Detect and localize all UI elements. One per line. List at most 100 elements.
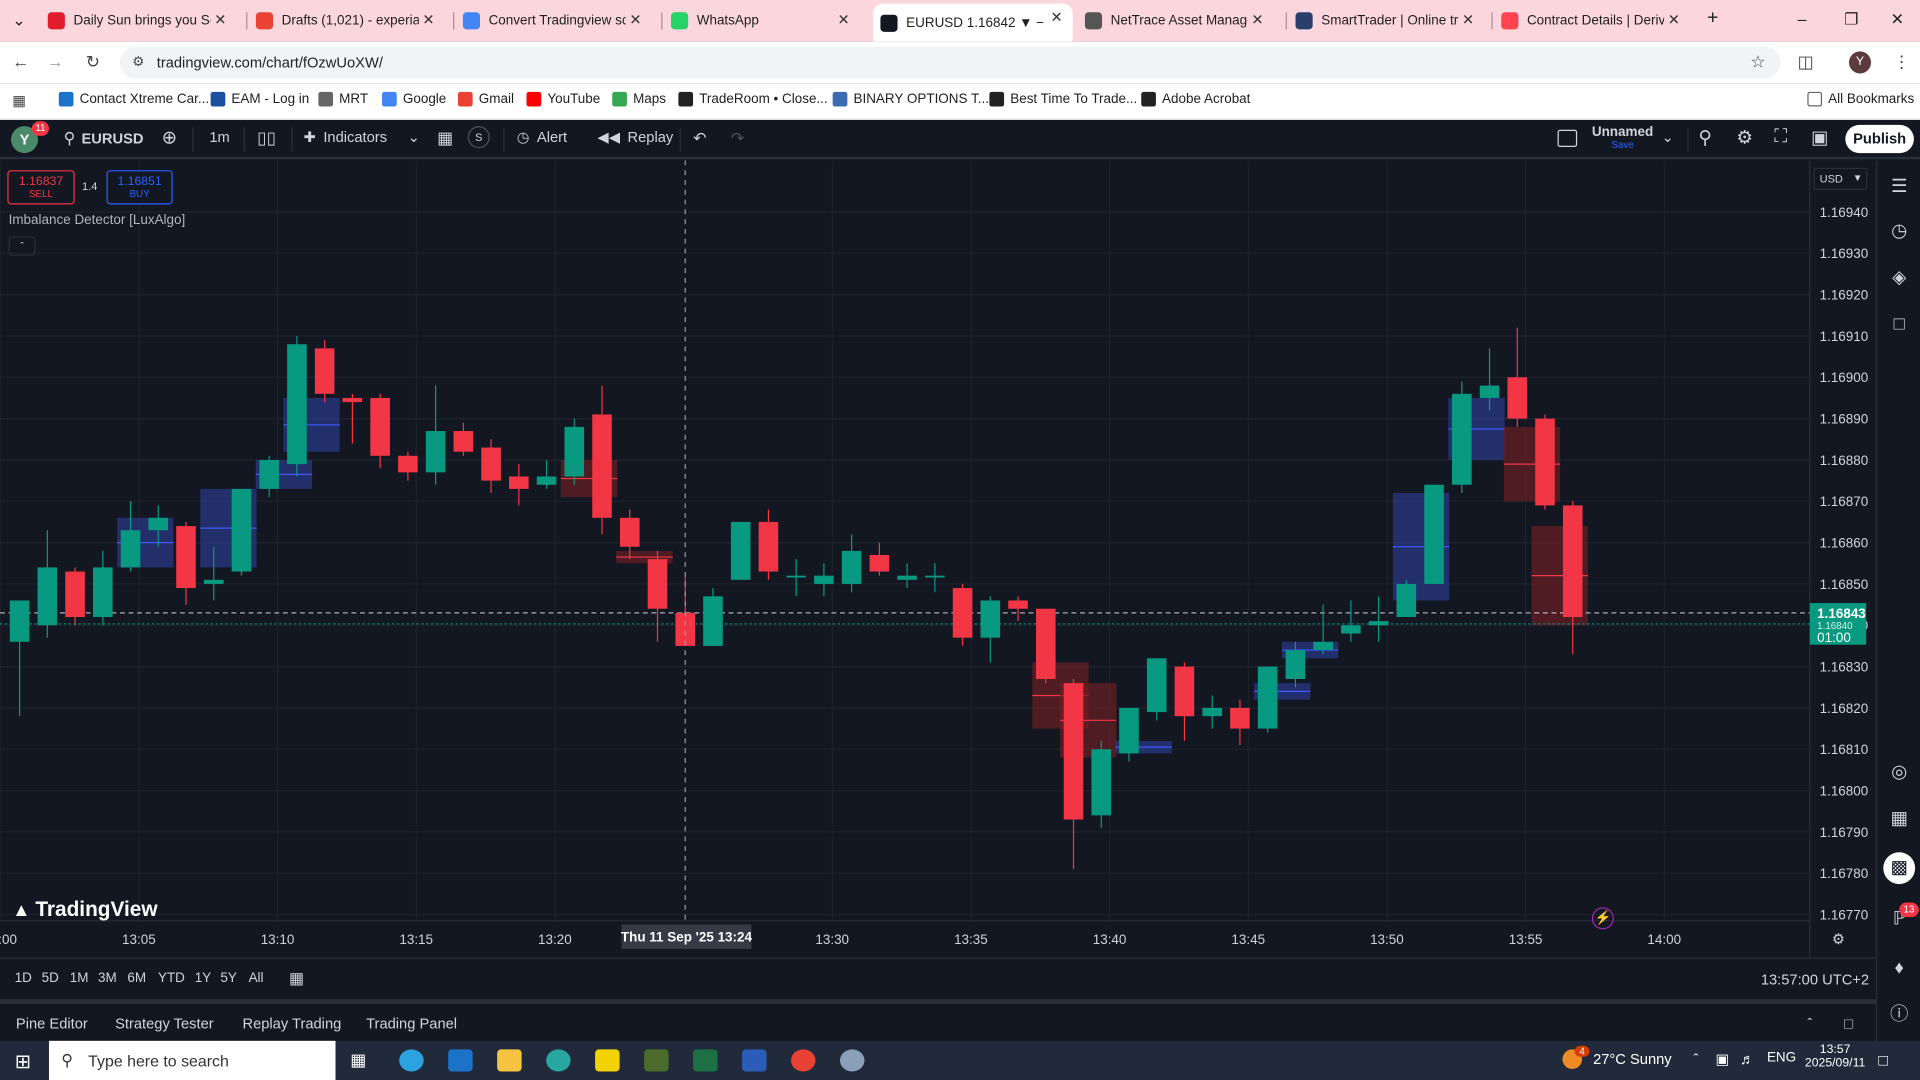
quick-search-icon[interactable]: ⚲ bbox=[1698, 126, 1711, 148]
bookmark-item[interactable]: Google bbox=[382, 91, 446, 107]
layout-square-icon[interactable] bbox=[1557, 129, 1578, 147]
chart-pane[interactable]: 1.16940 1.16930 1.16920 1.16910 1.16900 1.168… bbox=[0, 160, 1876, 958]
strategy-s-badge[interactable]: S bbox=[467, 126, 490, 149]
bookmark-item[interactable]: YouTube bbox=[526, 91, 600, 107]
publish-button[interactable]: Publish bbox=[1845, 124, 1914, 154]
close-tab-icon[interactable]: ✕ bbox=[1668, 11, 1680, 28]
bell-icon[interactable]: ♦ bbox=[1887, 956, 1911, 980]
weather-text[interactable]: 27°C Sunny bbox=[1593, 1051, 1672, 1068]
range-button[interactable]: 6M bbox=[127, 971, 146, 986]
alerts-clock-icon[interactable]: ◷ bbox=[1887, 219, 1911, 243]
range-button[interactable]: 5Y bbox=[220, 971, 236, 986]
help-icon[interactable]: ⓘ bbox=[1887, 1003, 1911, 1027]
apps-grid-icon[interactable]: ▩ bbox=[1883, 852, 1916, 885]
volume-icon[interactable]: ♬ bbox=[1740, 1051, 1755, 1068]
replay-button[interactable]: ◀◀ Replay bbox=[598, 129, 674, 146]
profile-avatar[interactable]: Y bbox=[1848, 51, 1872, 74]
close-window-button[interactable]: ✕ bbox=[1891, 10, 1904, 30]
collapse-panel-icon[interactable]: ˆ bbox=[1807, 1015, 1812, 1032]
indicator-templates-chevron-icon[interactable]: ⌄ bbox=[408, 129, 420, 146]
notifications-icon[interactable]: □ bbox=[1878, 1051, 1888, 1069]
close-tab-icon[interactable]: ✕ bbox=[1051, 9, 1063, 26]
timezone-clock[interactable]: 13:57:00 UTC+2 bbox=[1761, 971, 1869, 988]
browser-tab[interactable]: WhatsApp ✕ bbox=[664, 6, 860, 35]
range-button[interactable]: 1M bbox=[70, 971, 89, 986]
layouts-icon[interactable]: ▦ bbox=[437, 127, 453, 148]
fullscreen-icon[interactable]: ⛶ bbox=[1774, 126, 1787, 147]
browser-tab[interactable]: Convert Tradingview scrip✕ bbox=[456, 6, 652, 35]
minimize-button[interactable]: – bbox=[1798, 10, 1807, 28]
close-tab-icon[interactable]: ✕ bbox=[1251, 11, 1263, 28]
maximize-panel-icon[interactable]: □ bbox=[1844, 1015, 1853, 1032]
collapse-legend-icon[interactable]: ˆ bbox=[8, 236, 36, 256]
bookmark-item[interactable]: Gmail bbox=[457, 91, 514, 107]
task-view-icon[interactable]: ▦ bbox=[350, 1049, 374, 1071]
chrome-icon[interactable] bbox=[791, 1049, 816, 1072]
range-button[interactable]: 1Y bbox=[195, 971, 211, 986]
settings-gear-icon[interactable]: ⚙ bbox=[1736, 126, 1752, 148]
bookmark-item[interactable]: BINARY OPTIONS T... bbox=[832, 91, 989, 107]
telegram-icon[interactable] bbox=[399, 1049, 424, 1072]
browser-tab[interactable]: EURUSD 1.16842 ▼ −0.09✕ bbox=[873, 3, 1073, 42]
bookmark-item[interactable]: EAM - Log in bbox=[210, 91, 309, 107]
candle-type-icon[interactable]: ▯▯ bbox=[257, 127, 276, 148]
price-chart[interactable]: 1.16940 1.16930 1.16920 1.16910 1.16900 1.168… bbox=[0, 160, 1876, 958]
currency-selector[interactable]: USD ▼ bbox=[1813, 167, 1868, 190]
bookmark-item[interactable]: TradeRoom • Close... bbox=[678, 91, 828, 107]
layout-menu-chevron-icon[interactable]: ⌄ bbox=[1662, 129, 1674, 146]
reload-icon[interactable]: ↻ bbox=[86, 51, 100, 72]
indicators-button[interactable]: ✚ Indicators bbox=[304, 129, 387, 146]
bookmark-item[interactable]: Best Time To Trade... bbox=[989, 91, 1137, 107]
symbol-search[interactable]: ⚲ EURUSD bbox=[64, 129, 144, 149]
site-info-icon[interactable]: ⚙ bbox=[132, 54, 144, 70]
range-button[interactable]: All bbox=[249, 971, 264, 986]
indicator-legend-label[interactable]: Imbalance Detector [LuxAlgo] bbox=[9, 213, 186, 228]
browser-tab[interactable]: Drafts (1,021) - experiako✕ bbox=[249, 6, 445, 35]
target-icon[interactable]: ◎ bbox=[1887, 760, 1911, 784]
bookmark-item[interactable]: Adobe Acrobat bbox=[1141, 91, 1250, 107]
close-tab-icon[interactable]: ✕ bbox=[214, 11, 226, 28]
network-icon[interactable]: ▣ bbox=[1716, 1051, 1730, 1068]
app-icon[interactable] bbox=[644, 1049, 669, 1072]
calendar-icon[interactable]: ▦ bbox=[1887, 807, 1911, 831]
compare-symbol-icon[interactable]: ⊕ bbox=[162, 126, 177, 148]
tray-chevron-icon[interactable]: ˆ bbox=[1693, 1051, 1698, 1068]
bookmark-item[interactable]: MRT bbox=[318, 91, 368, 107]
app-icon[interactable] bbox=[840, 1049, 865, 1072]
taskbar-search[interactable]: ⚲ Type here to search bbox=[48, 1040, 336, 1080]
tab-search-icon[interactable]: ⌄ bbox=[12, 11, 25, 31]
panel-tab[interactable]: Trading Panel bbox=[366, 1015, 457, 1032]
taskbar-clock[interactable]: 13:57 2025/09/11 bbox=[1805, 1043, 1865, 1070]
close-tab-icon[interactable]: ✕ bbox=[629, 11, 641, 28]
buy-button[interactable]: 1.16851 BUY bbox=[106, 170, 173, 205]
browser-tab[interactable]: Contract Details | Deriv ✕ bbox=[1494, 6, 1690, 35]
redo-icon[interactable]: ↷ bbox=[731, 129, 744, 149]
browser-tab[interactable]: Daily Sun brings you Sout✕ bbox=[40, 6, 236, 35]
new-tab-button[interactable]: + bbox=[1707, 7, 1718, 29]
chat-icon[interactable]: □ bbox=[1887, 312, 1911, 336]
camera-snapshot-icon[interactable]: ▣ bbox=[1811, 126, 1828, 148]
close-tab-icon[interactable]: ✕ bbox=[422, 11, 434, 28]
close-tab-icon[interactable]: ✕ bbox=[1462, 11, 1474, 28]
goto-date-icon[interactable]: ▦ bbox=[289, 969, 304, 989]
alert-button[interactable]: ◷ Alert bbox=[517, 129, 567, 146]
file-explorer-icon[interactable] bbox=[497, 1049, 522, 1072]
lightning-icon[interactable]: ⚡ bbox=[1591, 907, 1614, 930]
all-bookmarks[interactable]: All Bookmarks bbox=[1807, 91, 1914, 107]
forward-icon[interactable]: → bbox=[47, 51, 64, 71]
url-field[interactable]: ⚙ tradingview.com/chart/fOzwUoXW/ ☆ bbox=[120, 46, 1781, 79]
panel-tab[interactable]: Pine Editor bbox=[16, 1015, 88, 1032]
excel-icon[interactable] bbox=[693, 1049, 718, 1072]
interval-button[interactable]: 1m bbox=[209, 129, 229, 146]
undo-icon[interactable]: ↶ bbox=[693, 129, 706, 149]
bookmark-item[interactable]: Contact Xtreme Car... bbox=[58, 91, 209, 107]
back-icon[interactable]: ← bbox=[12, 51, 29, 71]
watchlist-icon[interactable]: ☰ bbox=[1887, 175, 1911, 199]
range-button[interactable]: YTD bbox=[158, 971, 185, 986]
bookmark-item[interactable]: Maps bbox=[612, 91, 666, 107]
language-indicator[interactable]: ENG bbox=[1767, 1051, 1796, 1066]
range-button[interactable]: 3M bbox=[98, 971, 117, 986]
word-icon[interactable] bbox=[742, 1049, 767, 1072]
panel-tab[interactable]: Strategy Tester bbox=[115, 1015, 214, 1032]
browser-tab[interactable]: SmartTrader | Online tradi✕ bbox=[1288, 6, 1484, 35]
